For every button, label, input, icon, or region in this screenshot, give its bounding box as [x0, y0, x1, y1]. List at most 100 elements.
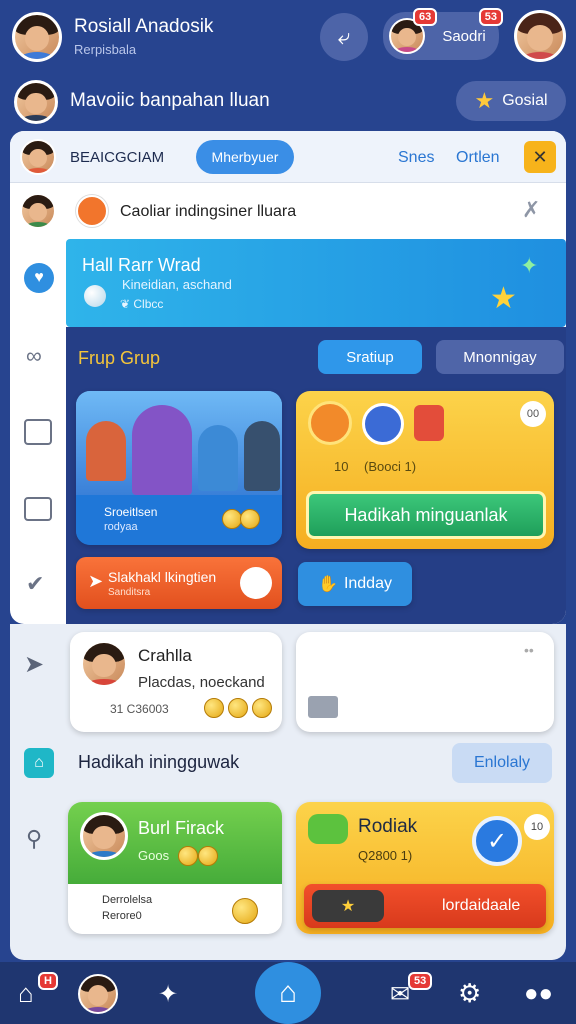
panel-avatar	[20, 139, 56, 175]
user-name: Rosiall Anadosik	[74, 16, 214, 37]
nav-home-badge: H	[38, 972, 58, 990]
lightning-icon: ➤	[88, 571, 104, 591]
thumbs-icon: ✋	[318, 576, 338, 593]
hero-meta: ❦ Clbcc	[120, 297, 164, 311]
star-icon: ★	[474, 88, 495, 113]
profile-avatar	[80, 640, 128, 688]
reward-card[interactable]: 00 10 (Booci 1) Hadikah minguanlak	[296, 391, 554, 549]
pill-badge-left: 63	[413, 8, 438, 26]
profile-pill[interactable]: Saodri 63 53	[383, 8, 503, 60]
gosial-button[interactable]: ★ Gosial	[456, 81, 566, 121]
yellow-card-corner[interactable]: 10	[524, 814, 550, 840]
group-card-footer: Sroeitlsen rodyaa	[76, 495, 282, 545]
yellow-card-title: Rodiak	[358, 816, 418, 837]
orange-action-button[interactable]: ➤ Slakhakl lkingtien Sanditsra	[76, 557, 282, 609]
group-btn-2[interactable]: Mnonnigay	[436, 340, 564, 374]
reward-badge-icon	[362, 403, 404, 445]
green-card-foot2: Rerore0	[102, 910, 142, 922]
nav-settings-icon[interactable]: ⚙	[458, 978, 481, 1009]
nav-home-icon[interactable]: ⌂	[18, 978, 34, 1009]
hero-title: Hall Rarr Wrad	[82, 255, 201, 275]
more-icon[interactable]: ••	[524, 642, 534, 658]
group-photo	[76, 391, 282, 495]
nav-friends-icon[interactable]: ●●	[524, 980, 553, 1008]
close-button[interactable]: ✕	[524, 141, 556, 173]
banner-text: Mavoiic banpahan lluan	[70, 90, 270, 111]
green-card-title: Burl Firack	[138, 818, 225, 838]
nav-messages-badge: 53	[408, 972, 433, 990]
green-card-foot1: Derrolelsa	[102, 894, 153, 906]
coin-icon	[178, 846, 198, 866]
user-avatar[interactable]	[12, 12, 62, 62]
coin-icon	[228, 698, 248, 718]
link-icon[interactable]: ∞	[26, 343, 42, 369]
empty-card[interactable]: ••	[296, 632, 554, 732]
group-title: Frup Grup	[78, 348, 161, 368]
back-button[interactable]: ⤶	[320, 13, 368, 61]
coin-icon	[204, 698, 224, 718]
friend-avatar[interactable]	[514, 10, 566, 62]
profile-name: Crahlla	[138, 646, 192, 665]
hero-card[interactable]: Hall Rarr Wrad Kineidian, aschand ❦ Clbc…	[66, 239, 566, 327]
yellow-card[interactable]: Rodiak Q2800 1) ✓ 10 ★ lordaidaale	[296, 802, 554, 934]
reward-cta-button[interactable]: Hadikah minguanlak	[306, 491, 546, 539]
profile-card[interactable]: Crahlla Placdas, noeckand 31 C36003	[70, 632, 282, 732]
reward-corner[interactable]: 00	[520, 401, 546, 427]
pill-badge-right: 53	[478, 8, 503, 26]
orange-line2: Sanditsra	[108, 587, 151, 598]
yellow-card-icon	[308, 814, 348, 844]
profile-subtitle: Placdas, noeckand	[138, 674, 265, 691]
banner-avatar	[14, 80, 58, 124]
yellow-card-button[interactable]: ★ lordaidaale	[304, 884, 546, 928]
coin-icon	[240, 509, 260, 529]
nav-explore-icon[interactable]: ✦	[158, 980, 178, 1009]
notice-tools-icon[interactable]: ✗	[522, 197, 540, 223]
yellow-card-btn-icon: ★	[312, 890, 384, 922]
coin-icon	[198, 846, 218, 866]
today-label: Indday	[343, 575, 392, 592]
home-icon: ⌂	[278, 976, 298, 1009]
coin-icon	[252, 698, 272, 718]
green-card-avatar	[80, 812, 128, 860]
group-card-line2: rodyaa	[104, 521, 138, 533]
panel-link-1[interactable]: Snes	[398, 149, 434, 167]
green-card-meta: Goos	[138, 848, 170, 863]
group-photo-card[interactable]: Sroeitlsen rodyaa	[76, 391, 282, 545]
group-card-line1: Sroeitlsen	[104, 505, 158, 519]
chat-icon[interactable]	[24, 497, 52, 521]
green-card[interactable]: Burl Firack Goos Derrolelsa Rerore0	[68, 802, 282, 934]
hero-subtitle: Kineidian, aschand	[122, 277, 232, 292]
notice-icon	[76, 195, 108, 227]
image-icon[interactable]	[24, 419, 52, 445]
today-button[interactable]: ✋ Indday	[298, 562, 412, 606]
notice-text: Caoliar indingsiner lluara	[120, 203, 297, 220]
panel-link-2[interactable]: Ortlen	[456, 149, 500, 167]
hero-sparkle-icon: ✦	[520, 253, 539, 278]
heart-rate-icon[interactable]: ♥	[24, 263, 54, 293]
home-side-icon[interactable]: ⌂	[24, 748, 54, 778]
yellow-card-meta: Q2800 1)	[358, 848, 413, 863]
yellow-card-btn-label: lordaidaale	[442, 897, 521, 914]
gosial-label: Gosial	[502, 92, 548, 109]
profile-meta: 31 C36003	[110, 702, 169, 716]
section-title: Hadikah iningguwak	[78, 752, 240, 772]
speaker-icon	[240, 567, 272, 599]
notice-avatar	[20, 193, 56, 229]
nav-home-center-button[interactable]: ⌂	[255, 962, 321, 1024]
tab-active[interactable]: Mherbyuer	[196, 140, 294, 174]
section-button[interactable]: Enlolaly	[452, 743, 552, 783]
nav-avatar[interactable]	[78, 974, 118, 1014]
share-icon[interactable]: ➤	[24, 650, 44, 679]
coin-icon	[222, 509, 242, 529]
hero-orb-icon	[84, 285, 106, 307]
back-arrow-icon: ⤶	[337, 24, 351, 49]
search-icon[interactable]: ⚲	[26, 826, 42, 852]
user-subtitle: Rerpisbala	[74, 42, 137, 57]
check-icon[interactable]: ✔	[26, 571, 44, 597]
reward-meta-1: 10	[334, 459, 349, 474]
group-btn-1[interactable]: Sratiup	[318, 340, 422, 374]
hero-star-icon: ★	[490, 282, 517, 315]
main-panel: BEAICGCIAM Mherbyuer Snes Ortlen ✕ Caoli…	[10, 131, 566, 624]
reward-meta-2: (Booci 1)	[364, 459, 417, 474]
close-icon: ✕	[532, 146, 548, 167]
